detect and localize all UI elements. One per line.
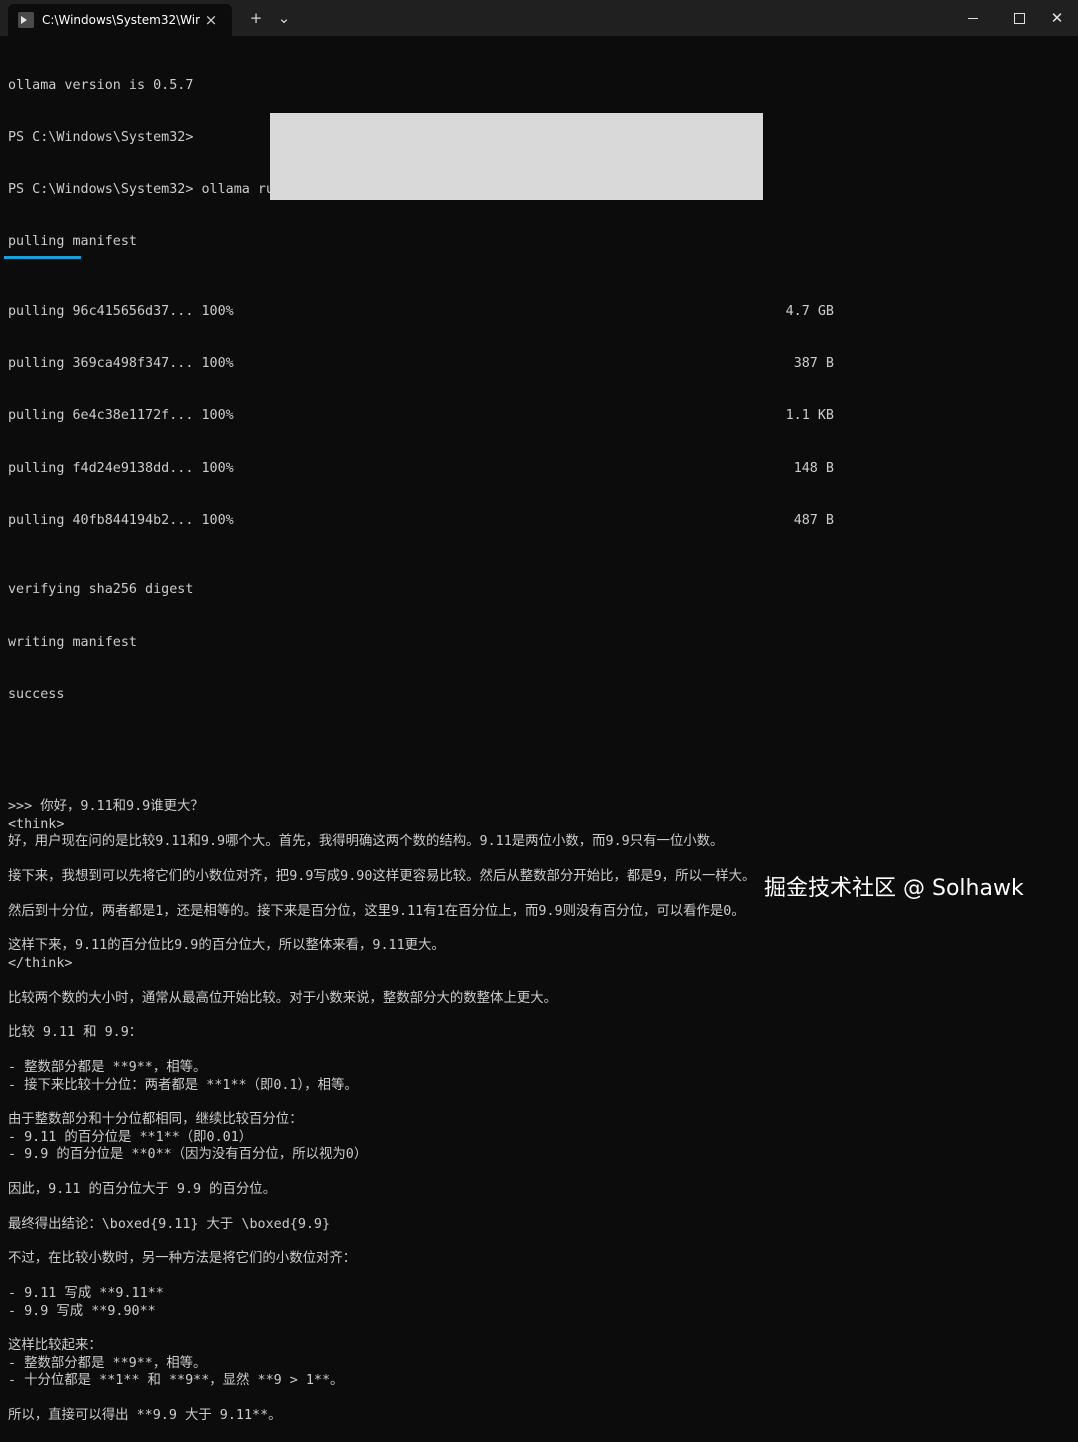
pull-label: pulling 96c415656d37... 100% [8, 304, 234, 320]
pull-label: pulling 369ca498f347... 100% [8, 356, 234, 372]
response-line [8, 972, 1068, 989]
terminal-line: ollama version is 0.5.7 [8, 77, 194, 93]
terminal-output[interactable]: ollama version is 0.5.7 PS C:\Windows\Sy… [8, 42, 1068, 1442]
pull-size: 148 B [793, 460, 834, 476]
tab-title: C:\Windows\System32\Windo [42, 13, 200, 27]
response-line: </think> [8, 955, 73, 971]
response-line [8, 850, 1068, 867]
response-line: 这样比较起来： [8, 1338, 102, 1354]
pull-row: pulling 369ca498f347... 100% 387 B [8, 355, 1068, 372]
response-line: - 9.9 的百分位是 **0**（因为没有百分位，所以视为0） [8, 1147, 368, 1163]
pull-size: 4.7 GB [785, 304, 834, 320]
response-line: 这样下来，9.11的百分位比9.9的百分位大，所以整体来看，9.11更大。 [8, 938, 445, 954]
response-line: - 接下来比较十分位：两者都是 **1**（即0.1），相等。 [8, 1077, 358, 1093]
pull-label: pulling 6e4c38e1172f... 100% [8, 408, 234, 424]
powershell-icon [18, 12, 34, 28]
response-line: 最终得出结论：\boxed{9.11} 大于 \boxed{9.9} [8, 1216, 331, 1232]
response-line: <think> [8, 816, 65, 832]
response-line [8, 1094, 1068, 1111]
response-line: - 9.11 写成 **9.11** [8, 1286, 164, 1302]
pull-size: 487 B [793, 512, 834, 528]
pull-row: pulling f4d24e9138dd... 100% 148 B [8, 460, 1068, 477]
response-line: 因此，9.11 的百分位大于 9.9 的百分位。 [8, 1181, 277, 1197]
tab-dropdown-chevron-down-icon[interactable]: ⌄ [266, 0, 302, 36]
response-line: 比较 9.11 和 9.9： [8, 1025, 143, 1041]
terminal-line: pulling manifest [8, 234, 137, 250]
response-line [8, 1320, 1068, 1337]
response-line [8, 1042, 1068, 1059]
terminal-line: writing manifest [8, 634, 137, 650]
pull-size: 1.1 KB [785, 408, 834, 424]
response-line: 所以，直接可以得出 **9.9 大于 9.11**。 [8, 1407, 282, 1423]
minimize-icon [968, 17, 978, 19]
close-window-button[interactable]: ✕ [1034, 0, 1078, 36]
pull-row: pulling 40fb844194b2... 100% 487 B [8, 512, 1068, 529]
response-line [8, 920, 1068, 937]
success-line: success [8, 686, 65, 702]
terminal-line: verifying sha256 digest [8, 582, 194, 598]
response-line: >>> 你好，9.11和9.9谁更大？ [8, 799, 204, 815]
minimize-button[interactable] [950, 0, 996, 36]
response-line: - 十分位都是 **1** 和 **9**，显然 **9 > 1**。 [8, 1373, 344, 1389]
close-icon: ✕ [1050, 9, 1064, 27]
response-line [8, 1198, 1068, 1215]
response-line: 好，用户现在问的是比较9.11和9.9哪个大。首先，我得明确这两个数的结构。9.… [8, 834, 724, 850]
response-line [8, 1163, 1068, 1180]
response-line: - 整数部分都是 **9**，相等。 [8, 1060, 207, 1076]
pull-label: pulling f4d24e9138dd... 100% [8, 460, 234, 476]
pull-row: pulling 6e4c38e1172f... 100% 1.1 KB [8, 407, 1068, 424]
response-line: 比较两个数的大小时，通常从最高位开始比较。对于小数来说，整数部分大的数整体上更大… [8, 990, 558, 1006]
response-line: - 9.9 写成 **9.90** [8, 1303, 156, 1319]
tab-close-icon[interactable]: × [200, 11, 222, 29]
response-line [8, 1390, 1068, 1407]
pull-row: pulling 96c415656d37... 100% 4.7 GB [8, 303, 1068, 320]
response-line [8, 1233, 1068, 1250]
response-line [8, 1268, 1068, 1285]
maximize-icon [1013, 12, 1025, 24]
response-line: 由于整数部分和十分位都相同，继续比较百分位： [8, 1112, 303, 1128]
terminal-tab[interactable]: C:\Windows\System32\Windo × [8, 4, 232, 36]
success-underline [4, 256, 81, 259]
title-bar: C:\Windows\System32\Windo × + ⌄ ✕ [0, 0, 1078, 36]
response-line: 不过，在比较小数时，另一种方法是将它们的小数位对齐： [8, 1251, 357, 1267]
response-line: - 整数部分都是 **9**，相等。 [8, 1355, 207, 1371]
pull-size: 387 B [793, 356, 834, 372]
response-line: 然后到十分位，两者都是1，还是相等的。接下来是百分位，这里9.11有1在百分位上… [8, 903, 745, 919]
watermark: 掘金技术社区 @ Solhawk [764, 876, 1024, 901]
redaction-block [270, 113, 763, 200]
response-line: - 9.11 的百分位是 **1**（即0.01） [8, 1129, 253, 1145]
response-line [8, 1007, 1068, 1024]
pull-label: pulling 40fb844194b2... 100% [8, 512, 234, 528]
